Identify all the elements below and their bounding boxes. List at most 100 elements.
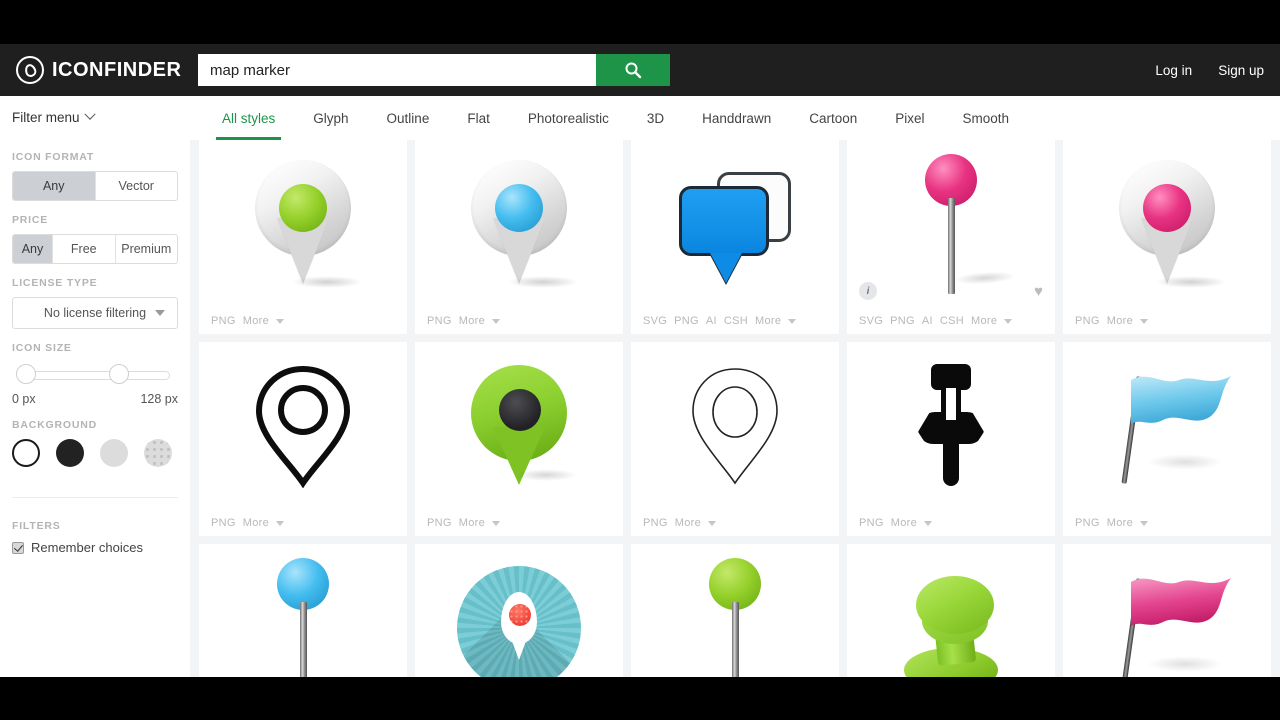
heart-icon[interactable]: ♥ <box>1034 284 1043 299</box>
license-type-value: No license filtering <box>43 306 147 320</box>
icon-thumbnail[interactable] <box>199 342 407 510</box>
icon-card[interactable] <box>847 544 1055 677</box>
tab-flat[interactable]: Flat <box>448 96 509 140</box>
icon-format-option-vector[interactable]: Vector <box>96 172 178 200</box>
icon-card[interactable] <box>199 342 407 510</box>
icon-thumbnail[interactable] <box>847 544 1055 677</box>
icon-card[interactable]: i ♥ <box>847 140 1055 308</box>
remember-choices-row[interactable]: Remember choices <box>12 540 178 555</box>
format-png[interactable]: PNG <box>890 315 915 327</box>
icon-size-max-label: 128 px <box>140 392 178 406</box>
icon-thumbnail[interactable] <box>631 544 839 677</box>
more-formats[interactable]: More <box>243 517 269 529</box>
pushpin-3d-green-icon <box>892 568 1010 677</box>
tab-glyph[interactable]: Glyph <box>294 96 367 140</box>
icon-card[interactable] <box>199 544 407 677</box>
background-swatch-grey[interactable] <box>100 439 128 467</box>
background-swatch-transparent[interactable] <box>144 439 172 467</box>
site-header: ICONFINDER Log in Sign up <box>0 44 1280 96</box>
price-option-free[interactable]: Free <box>53 235 116 263</box>
more-formats[interactable]: More <box>1107 315 1133 327</box>
icon-thumbnail[interactable] <box>631 140 839 308</box>
icon-thumbnail[interactable] <box>199 140 407 308</box>
icon-card[interactable] <box>199 140 407 308</box>
icon-thumbnail[interactable] <box>1063 342 1271 510</box>
tab-outline[interactable]: Outline <box>368 96 449 140</box>
background-swatch-black[interactable] <box>56 439 84 467</box>
icon-card[interactable] <box>631 342 839 510</box>
chevron-down-icon <box>492 520 501 526</box>
format-png[interactable]: PNG <box>427 517 452 529</box>
search-input[interactable] <box>198 54 596 86</box>
icon-format-option-any[interactable]: Any <box>13 172 96 200</box>
screen: ICONFINDER Log in Sign up <box>0 0 1280 720</box>
card-formats: PNG More <box>415 308 623 334</box>
price-option-any[interactable]: Any <box>13 235 53 263</box>
slider-handle-min[interactable] <box>16 364 36 384</box>
format-ai[interactable]: AI <box>706 315 717 327</box>
brand-logo[interactable]: ICONFINDER <box>0 56 190 84</box>
card-hover-overlay: i ♥ <box>847 274 1055 308</box>
icon-thumbnail[interactable] <box>415 544 623 677</box>
format-png[interactable]: PNG <box>1075 517 1100 529</box>
icon-card[interactable] <box>1063 342 1271 510</box>
icon-thumbnail[interactable] <box>631 342 839 510</box>
format-png[interactable]: PNG <box>427 315 452 327</box>
format-png[interactable]: PNG <box>643 517 668 529</box>
more-formats[interactable]: More <box>675 517 701 529</box>
icon-card[interactable] <box>847 342 1055 510</box>
filter-menu-toggle[interactable]: Filter menu <box>12 96 178 138</box>
more-formats[interactable]: More <box>971 315 997 327</box>
icon-thumbnail[interactable]: i ♥ <box>847 140 1055 308</box>
tab-cartoon[interactable]: Cartoon <box>790 96 876 140</box>
card-formats: PNG More <box>199 510 407 536</box>
icon-thumbnail[interactable] <box>1063 140 1271 308</box>
format-png[interactable]: PNG <box>211 315 236 327</box>
icon-card[interactable] <box>1063 544 1271 677</box>
icon-card[interactable] <box>415 544 623 677</box>
icon-card[interactable] <box>1063 140 1271 308</box>
tab-pixel[interactable]: Pixel <box>876 96 943 140</box>
icon-card[interactable] <box>631 140 839 308</box>
background-swatch-white[interactable] <box>12 439 40 467</box>
flag-wavy-pink-icon <box>1107 570 1231 677</box>
icon-thumbnail[interactable] <box>847 342 1055 510</box>
icon-thumbnail[interactable] <box>199 544 407 677</box>
more-formats[interactable]: More <box>891 517 917 529</box>
icon-thumbnail[interactable] <box>415 342 623 510</box>
tab-photorealistic[interactable]: Photorealistic <box>509 96 628 140</box>
icon-thumbnail[interactable] <box>415 140 623 308</box>
icon-card[interactable] <box>415 140 623 308</box>
icon-thumbnail[interactable] <box>1063 544 1271 677</box>
more-formats[interactable]: More <box>755 315 781 327</box>
price-option-premium[interactable]: Premium <box>116 235 178 263</box>
format-png[interactable]: PNG <box>859 517 884 529</box>
letterbox-top <box>0 0 1280 44</box>
icon-size-range-slider[interactable] <box>12 362 178 388</box>
format-svg[interactable]: SVG <box>643 315 667 327</box>
slider-handle-max[interactable] <box>109 364 129 384</box>
search-button[interactable] <box>596 54 670 86</box>
info-icon[interactable]: i <box>859 282 877 300</box>
format-csh[interactable]: CSH <box>724 315 748 327</box>
format-png[interactable]: PNG <box>211 517 236 529</box>
tab-3d[interactable]: 3D <box>628 96 683 140</box>
tab-smooth[interactable]: Smooth <box>944 96 1029 140</box>
format-png[interactable]: PNG <box>1075 315 1100 327</box>
signup-link[interactable]: Sign up <box>1218 63 1264 78</box>
format-ai[interactable]: AI <box>922 315 933 327</box>
icon-card[interactable] <box>415 342 623 510</box>
tab-handdrawn[interactable]: Handdrawn <box>683 96 790 140</box>
icon-card[interactable] <box>631 544 839 677</box>
more-formats[interactable]: More <box>459 517 485 529</box>
login-link[interactable]: Log in <box>1155 63 1192 78</box>
more-formats[interactable]: More <box>243 315 269 327</box>
more-formats[interactable]: More <box>1107 517 1133 529</box>
remember-choices-checkbox[interactable] <box>12 541 24 554</box>
format-csh[interactable]: CSH <box>940 315 964 327</box>
tab-all-styles[interactable]: All styles <box>203 96 294 140</box>
format-png[interactable]: PNG <box>674 315 699 327</box>
license-type-select[interactable]: No license filtering <box>12 297 178 329</box>
more-formats[interactable]: More <box>459 315 485 327</box>
format-svg[interactable]: SVG <box>859 315 883 327</box>
